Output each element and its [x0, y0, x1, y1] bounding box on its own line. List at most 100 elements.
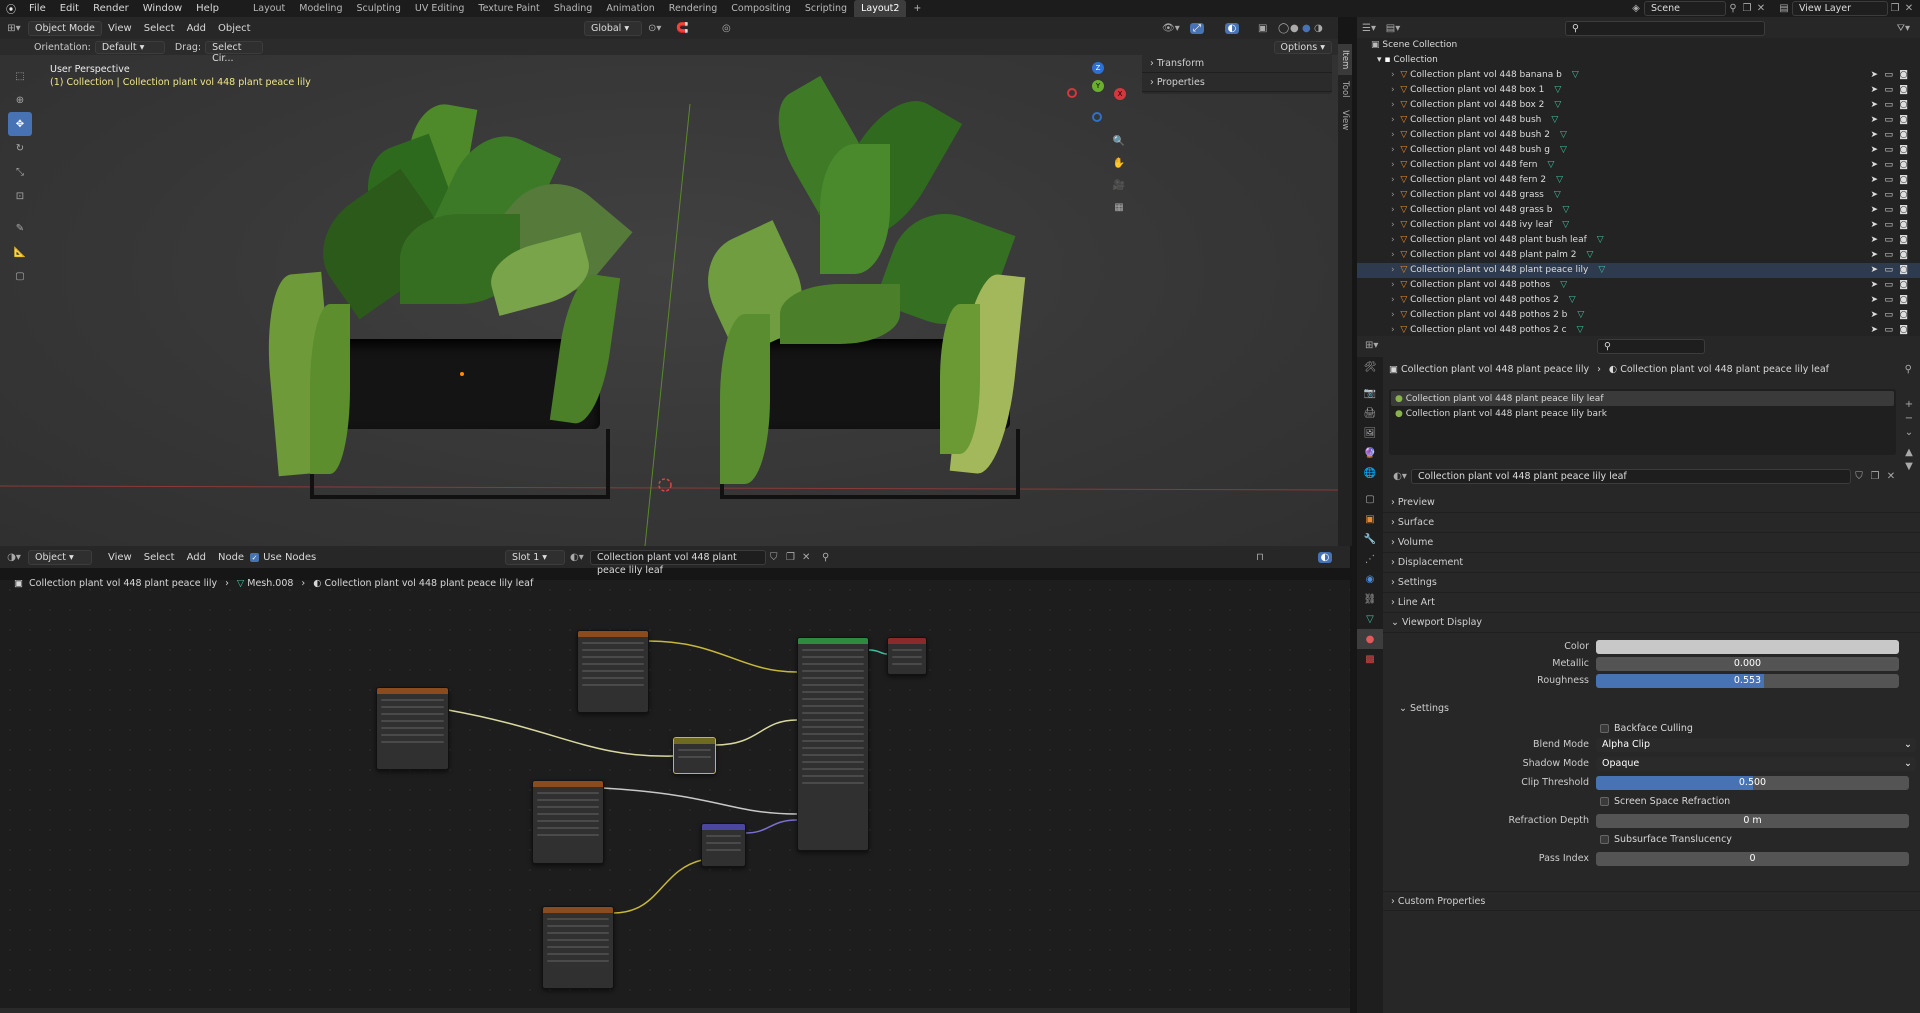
- overlay-toggle-icon[interactable]: ◐: [1318, 551, 1332, 563]
- collection-tab-icon[interactable]: ▢: [1357, 489, 1383, 509]
- render-toggle-icon[interactable]: ◙: [1899, 233, 1908, 248]
- outliner-item[interactable]: › ▽ Collection plant vol 448 bush 2 ▽ ➤ ▭ ◙: [1357, 128, 1920, 143]
- rendered-shading-icon[interactable]: ◑: [1314, 23, 1323, 34]
- viewport-toggle-icon[interactable]: ▭: [1884, 188, 1893, 203]
- select-toggle-icon[interactable]: ➤: [1870, 143, 1878, 158]
- expand-chevron-icon[interactable]: ›: [1391, 85, 1400, 95]
- viewport-toggle-icon[interactable]: ▭: [1884, 233, 1893, 248]
- shader-type-dropdown[interactable]: Object ▾: [28, 549, 92, 565]
- render-toggle-icon[interactable]: ◙: [1899, 188, 1908, 203]
- xray-icon[interactable]: ▣: [1258, 23, 1267, 34]
- fake-user-icon[interactable]: ⛉: [1851, 471, 1867, 482]
- node-editor-type-icon[interactable]: ◑▾: [0, 552, 28, 563]
- tab-modeling[interactable]: Modeling: [292, 0, 349, 17]
- section-preview[interactable]: › Preview: [1383, 493, 1920, 513]
- visibility-icon[interactable]: 👁▾: [1162, 23, 1180, 34]
- view-layer-tab-icon[interactable]: 🖼: [1357, 423, 1383, 443]
- add-cube-tool-icon[interactable]: ▢: [8, 264, 32, 288]
- 3d-viewport[interactable]: User Perspective (1) Collection | Collec…: [0, 44, 1338, 546]
- proportional-edit-icon[interactable]: ◎: [722, 23, 731, 34]
- expand-chevron-icon[interactable]: ›: [1391, 115, 1400, 125]
- viewport-toggle-icon[interactable]: ▭: [1884, 308, 1893, 323]
- render-toggle-icon[interactable]: ◙: [1899, 278, 1908, 293]
- slot-menu-icon[interactable]: ⌄: [1902, 425, 1916, 439]
- scene-field[interactable]: Scene: [1644, 1, 1726, 16]
- viewport-toggle-icon[interactable]: ▭: [1884, 83, 1893, 98]
- ne-menu-add[interactable]: Add: [181, 552, 212, 563]
- expand-chevron-icon[interactable]: ›: [1391, 70, 1400, 80]
- slot-dropdown[interactable]: Slot 1 ▾: [505, 549, 565, 565]
- new-material-icon[interactable]: ❐: [786, 552, 795, 563]
- new-material-icon[interactable]: ❐: [1867, 471, 1883, 482]
- tab-uv-editing[interactable]: UV Editing: [408, 0, 472, 17]
- blender-logo-icon[interactable]: ⦿: [0, 1, 22, 16]
- expand-chevron-icon[interactable]: ›: [1391, 190, 1400, 200]
- pivot-icon[interactable]: ⊙▾: [648, 23, 661, 34]
- drag-dropdown[interactable]: Select Cir...: [205, 40, 264, 64]
- expand-chevron-icon[interactable]: ›: [1391, 250, 1400, 260]
- move-down-icon[interactable]: ▼: [1902, 459, 1916, 473]
- select-toggle-icon[interactable]: ➤: [1870, 83, 1878, 98]
- section-displacement[interactable]: › Displacement: [1383, 553, 1920, 573]
- select-toggle-icon[interactable]: ➤: [1870, 263, 1878, 278]
- screen-space-refraction-checkbox[interactable]: Screen Space Refraction: [1600, 796, 1730, 807]
- wireframe-shading-icon[interactable]: ◯: [1278, 23, 1289, 34]
- tab-scripting[interactable]: Scripting: [798, 0, 854, 17]
- select-toggle-icon[interactable]: ➤: [1870, 233, 1878, 248]
- vp-menu-view[interactable]: View: [102, 23, 138, 34]
- viewport-toggle-icon[interactable]: ▭: [1884, 113, 1893, 128]
- render-toggle-icon[interactable]: ◙: [1899, 83, 1908, 98]
- select-toggle-icon[interactable]: ➤: [1870, 173, 1878, 188]
- measure-tool-icon[interactable]: 📐: [8, 240, 32, 264]
- render-toggle-icon[interactable]: ◙: [1899, 263, 1908, 278]
- ne-menu-view[interactable]: View: [102, 552, 138, 563]
- section-line-art[interactable]: › Line Art: [1383, 593, 1920, 613]
- outliner-item[interactable]: › ▽ Collection plant vol 448 plant palm …: [1357, 248, 1920, 263]
- viewport-toggle-icon[interactable]: ▭: [1884, 248, 1893, 263]
- browse-material-icon[interactable]: ◐▾: [570, 552, 584, 563]
- texture-tab-icon[interactable]: ▩: [1357, 649, 1383, 669]
- tab-sculpting[interactable]: Sculpting: [349, 0, 407, 17]
- outliner-item[interactable]: › ▽ Collection plant vol 448 box 1 ▽ ➤ ▭ ◙: [1357, 83, 1920, 98]
- outliner-item[interactable]: › ▽ Collection plant vol 448 pothos 2 b ▽…: [1357, 308, 1920, 323]
- new-view-layer-icon[interactable]: ❐: [1888, 3, 1902, 14]
- npanel-tab-item[interactable]: Item: [1338, 44, 1352, 76]
- solid-shading-icon[interactable]: ●: [1290, 23, 1299, 34]
- menu-edit[interactable]: Edit: [53, 0, 86, 17]
- outliner-item[interactable]: › ▽ Collection plant vol 448 box 2 ▽ ➤ ▭ ◙: [1357, 98, 1920, 113]
- viewport-toggle-icon[interactable]: ▭: [1884, 143, 1893, 158]
- expand-chevron-icon[interactable]: ›: [1391, 235, 1400, 245]
- menu-window[interactable]: Window: [136, 0, 189, 17]
- outliner-item[interactable]: › ▽ Collection plant vol 448 banana b ▽ ➤ ▭…: [1357, 68, 1920, 83]
- select-toggle-icon[interactable]: ➤: [1870, 293, 1878, 308]
- add-workspace-button[interactable]: +: [906, 0, 928, 17]
- viewport-toggle-icon[interactable]: ▭: [1884, 218, 1893, 233]
- move-up-icon[interactable]: ▲: [1902, 445, 1916, 459]
- tab-layout2[interactable]: Layout2: [854, 0, 907, 17]
- delete-scene-icon[interactable]: ✕: [1754, 3, 1768, 14]
- outliner-collection[interactable]: ▾ ▪ Collection: [1357, 53, 1920, 68]
- expand-chevron-icon[interactable]: ›: [1391, 130, 1400, 140]
- unlink-material-icon[interactable]: ✕: [1883, 471, 1899, 482]
- section-volume[interactable]: › Volume: [1383, 533, 1920, 553]
- select-toggle-icon[interactable]: ➤: [1870, 188, 1878, 203]
- select-toggle-icon[interactable]: ➤: [1870, 158, 1878, 173]
- expand-chevron-icon[interactable]: ›: [1391, 280, 1400, 290]
- outliner-search-input[interactable]: ⚲: [1565, 20, 1765, 36]
- vp-menu-add[interactable]: Add: [181, 23, 212, 34]
- vp-menu-select[interactable]: Select: [138, 23, 181, 34]
- world-tab-icon[interactable]: 🌐: [1357, 463, 1383, 483]
- expand-chevron-icon[interactable]: ›: [1391, 145, 1400, 155]
- vp-menu-object[interactable]: Object: [212, 23, 257, 34]
- select-toggle-icon[interactable]: ➤: [1870, 128, 1878, 143]
- image-texture-node[interactable]: [532, 780, 604, 864]
- modifiers-tab-icon[interactable]: 🔧: [1357, 529, 1383, 549]
- snap-icon[interactable]: ⊓: [1256, 552, 1264, 563]
- render-toggle-icon[interactable]: ◙: [1899, 98, 1908, 113]
- transform-orientation-dropdown[interactable]: Global ▾: [584, 20, 642, 36]
- outliner-item[interactable]: › ▽ Collection plant vol 448 pothos ▽ ➤ ▭ ◙: [1357, 278, 1920, 293]
- material-slot-item[interactable]: ● Collection plant vol 448 plant peace l…: [1391, 406, 1894, 421]
- tab-shading[interactable]: Shading: [547, 0, 600, 17]
- select-toggle-icon[interactable]: ➤: [1870, 308, 1878, 323]
- outliner-editor-type-icon[interactable]: ☰▾: [1357, 23, 1381, 34]
